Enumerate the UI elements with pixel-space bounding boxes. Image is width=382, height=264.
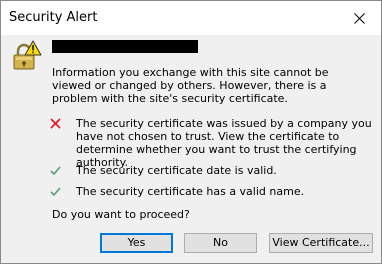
- check-item-text: The security certificate was issued by a…: [76, 117, 372, 169]
- check-item-text: The security certificate has a valid nam…: [76, 185, 305, 198]
- view-certificate-button[interactable]: View Certificate...: [269, 233, 373, 253]
- close-icon: [353, 12, 365, 24]
- info-text: Information you exchange with this site …: [52, 66, 329, 105]
- redacted-site-name: [52, 40, 198, 53]
- window-title: Security Alert: [9, 10, 98, 25]
- no-button[interactable]: No: [184, 233, 257, 253]
- yes-button[interactable]: Yes: [100, 233, 173, 253]
- title-bar[interactable]: Security Alert: [1, 1, 381, 35]
- proceed-question: Do you want to proceed?: [52, 208, 190, 221]
- lock-warning-icon: [13, 40, 42, 70]
- green-check-icon: [50, 166, 61, 176]
- close-button[interactable]: [337, 1, 381, 35]
- check-item-text: The security certificate date is valid.: [76, 164, 277, 177]
- red-x-icon: [50, 118, 61, 129]
- security-alert-dialog: Security Alert Information you exchange …: [0, 0, 382, 264]
- green-check-icon: [50, 187, 61, 197]
